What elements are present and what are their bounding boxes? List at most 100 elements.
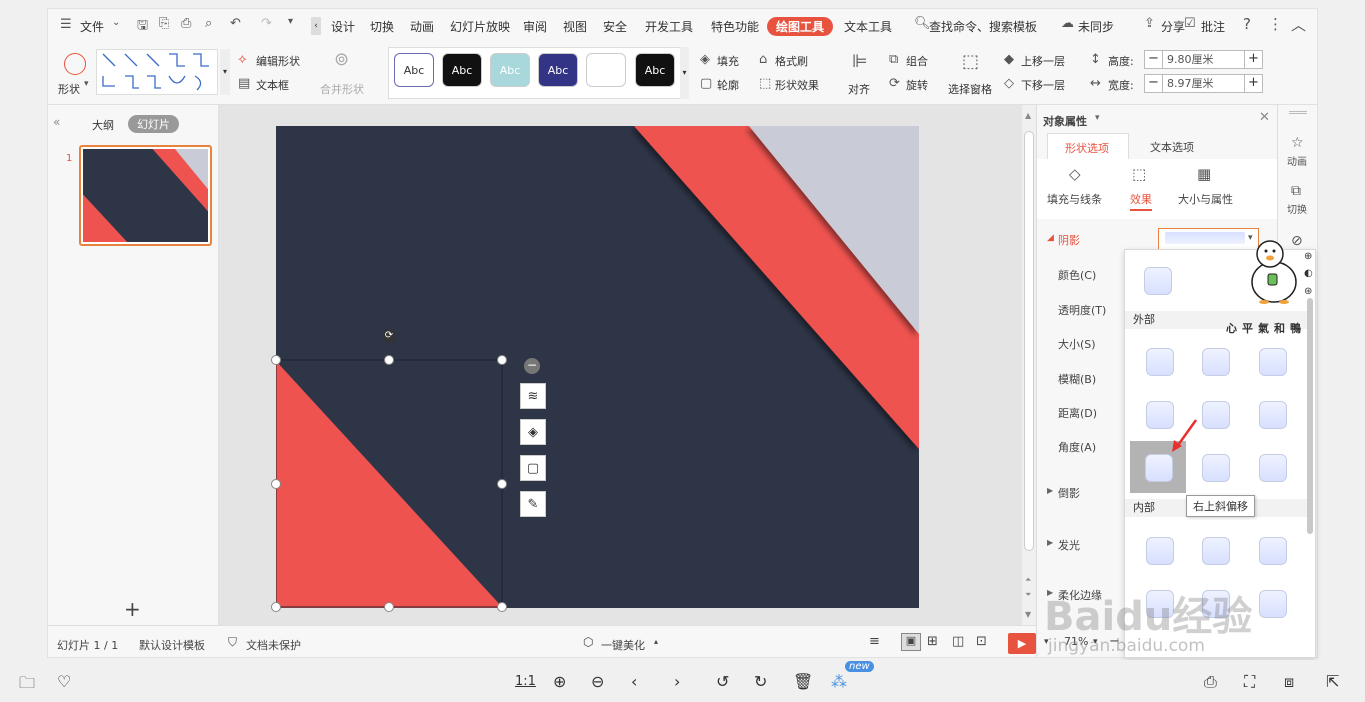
sync-status[interactable]: 未同步 [1078, 18, 1114, 35]
shadow-inner-1[interactable] [1146, 537, 1174, 565]
tab-shape-options[interactable]: 形状选项 [1047, 133, 1129, 159]
shadow-outer-1[interactable] [1146, 348, 1174, 376]
tab-developer[interactable]: 开发工具 [645, 18, 693, 35]
crop-icon[interactable]: ⧈ [1284, 672, 1294, 692]
subtab-effect[interactable]: 效果 [1130, 191, 1152, 211]
resize-handle-b[interactable] [384, 602, 394, 612]
height-input[interactable]: 9.80厘米 [1162, 50, 1245, 69]
previous-image-icon[interactable]: ‹ [631, 672, 637, 691]
fill-bucket-icon[interactable]: ◈ [520, 419, 546, 445]
chevron-down-icon[interactable]: ⌄ [112, 17, 120, 28]
customize-toolbar-icon[interactable]: ▾ [288, 16, 293, 27]
scrollbar-thumb[interactable] [1024, 131, 1034, 551]
shape-style-1[interactable]: Abc [394, 53, 434, 87]
lines-gallery[interactable] [96, 49, 218, 95]
gallery-scroll-icon[interactable]: ▾ [220, 49, 230, 95]
rotate-left-icon[interactable]: ↺ [716, 672, 729, 691]
styles-scroll-icon[interactable]: ▾ [680, 47, 689, 99]
shape-button[interactable]: 形状 [58, 81, 80, 97]
more-icon[interactable]: ⋮ [1268, 15, 1283, 33]
gallery-scrollbar-thumb[interactable] [1307, 298, 1313, 534]
protection-status[interactable]: 文档未保护 [246, 637, 301, 653]
align-button[interactable]: 对齐 [848, 81, 870, 97]
slide-sorter-icon[interactable]: ⊞ [927, 634, 938, 649]
open-folder-icon[interactable]: 🗀 [19, 672, 35, 699]
sticker-button-2-icon[interactable]: ◐ [1304, 268, 1313, 279]
tab-review[interactable]: 审阅 [523, 18, 547, 35]
shape-icon[interactable] [64, 53, 86, 75]
tab-transition[interactable]: 切换 [370, 18, 394, 35]
favorite-heart-icon[interactable]: ♡ [57, 672, 71, 691]
redo-icon[interactable]: ↷ [261, 16, 272, 31]
print-icon[interactable]: ⎙ [181, 16, 191, 31]
pen-icon[interactable]: ✎ [520, 491, 546, 517]
chevron-down-icon[interactable]: ▾ [84, 79, 89, 89]
shadow-section[interactable]: 阴影 [1058, 232, 1080, 248]
delete-icon[interactable]: 🗑 [793, 672, 813, 691]
next-slide-icon[interactable]: ⏷ [1025, 590, 1031, 600]
zoom-out-icon[interactable]: ⊖ [591, 672, 604, 691]
shadow-inner-6[interactable] [1259, 590, 1287, 618]
sticker-button-3-icon[interactable]: ⊛ [1304, 286, 1312, 297]
tab-slideshow[interactable]: 幻灯片放映 [450, 18, 510, 35]
reflection-section[interactable]: 倒影 [1058, 485, 1080, 501]
edit-shape-button[interactable]: 编辑形状 [256, 53, 300, 69]
export-pdf-icon[interactable]: ⎘ [159, 16, 169, 31]
layers-icon[interactable]: ≋ [520, 383, 546, 409]
width-decrease-button[interactable]: − [1144, 74, 1163, 93]
normal-view-icon[interactable]: ▣ [901, 633, 921, 651]
scroll-down-icon[interactable]: ▼ [1025, 610, 1031, 619]
print-preview-icon[interactable]: ⌕ [205, 16, 212, 31]
shadow-none-option[interactable] [1144, 267, 1172, 295]
vertical-scrollbar[interactable]: ▲ ⏶ ⏷ ▼ [1022, 105, 1036, 625]
outline-frame-icon[interactable]: ▢ [520, 455, 546, 481]
slide-thumbnail[interactable] [79, 145, 212, 246]
share-button[interactable]: 分享 [1161, 18, 1185, 35]
tab-outline[interactable]: 大纲 [92, 117, 114, 133]
glow-section[interactable]: 发光 [1058, 537, 1080, 553]
resize-handle-br[interactable] [497, 602, 507, 612]
transition-button[interactable]: 切换 [1287, 201, 1307, 216]
shape-style-2[interactable]: Abc [442, 53, 482, 87]
outline-button[interactable]: 轮廓 [717, 77, 739, 93]
resize-handle-tl[interactable] [271, 355, 281, 365]
width-input[interactable]: 8.97厘米 [1162, 74, 1245, 93]
animation-button[interactable]: 动画 [1287, 153, 1307, 168]
shadow-outer-3[interactable] [1259, 348, 1287, 376]
slide[interactable] [276, 126, 919, 608]
actual-size-button[interactable]: 1:1 [515, 674, 536, 689]
tab-security[interactable]: 安全 [603, 18, 627, 35]
save-icon[interactable]: 🖫 [137, 16, 148, 38]
merge-shape-button[interactable]: 合并形状 [320, 81, 364, 97]
fill-button[interactable]: 填充 [717, 53, 739, 69]
apps-icon[interactable]: ⁂ [831, 672, 847, 691]
resize-handle-r[interactable] [497, 479, 507, 489]
command-search[interactable]: 查找命令、搜索模板 [929, 18, 1037, 35]
comment-button[interactable]: 批注 [1201, 18, 1225, 35]
shadow-outer-5[interactable] [1202, 401, 1230, 429]
scroll-left-icon[interactable]: ‹ [311, 17, 321, 35]
tab-view[interactable]: 视图 [563, 18, 587, 35]
tab-features[interactable]: 特色功能 [711, 18, 759, 35]
send-backward-button[interactable]: 下移一层 [1021, 77, 1065, 93]
zoom-in-icon[interactable]: ⊕ [553, 672, 566, 691]
fullscreen-icon[interactable]: ⛶ [1244, 672, 1255, 692]
next-image-icon[interactable]: › [674, 672, 680, 691]
hamburger-icon[interactable]: ☰ [60, 17, 72, 32]
height-decrease-button[interactable]: − [1144, 50, 1163, 69]
textbox-button[interactable]: 文本框 [256, 77, 289, 93]
subtab-size-property[interactable]: 大小与属性 [1178, 191, 1233, 207]
play-slideshow-button[interactable]: ▶ [1008, 633, 1036, 654]
shadow-outer-6[interactable] [1259, 401, 1287, 429]
help-icon[interactable]: ? [1243, 15, 1251, 33]
group-button[interactable]: 组合 [906, 53, 928, 69]
add-slide-button[interactable]: + [124, 597, 141, 621]
undo-icon[interactable]: ↶ [230, 16, 241, 31]
tab-design[interactable]: 设计 [331, 18, 355, 35]
prev-slide-icon[interactable]: ⏶ [1025, 575, 1031, 585]
shadow-outer-7[interactable] [1145, 454, 1173, 482]
resize-handle-l[interactable] [271, 479, 281, 489]
open-external-icon[interactable]: ⇱ [1326, 672, 1339, 691]
shadow-outer-8[interactable] [1202, 454, 1230, 482]
scroll-up-icon[interactable]: ▲ [1025, 111, 1031, 120]
